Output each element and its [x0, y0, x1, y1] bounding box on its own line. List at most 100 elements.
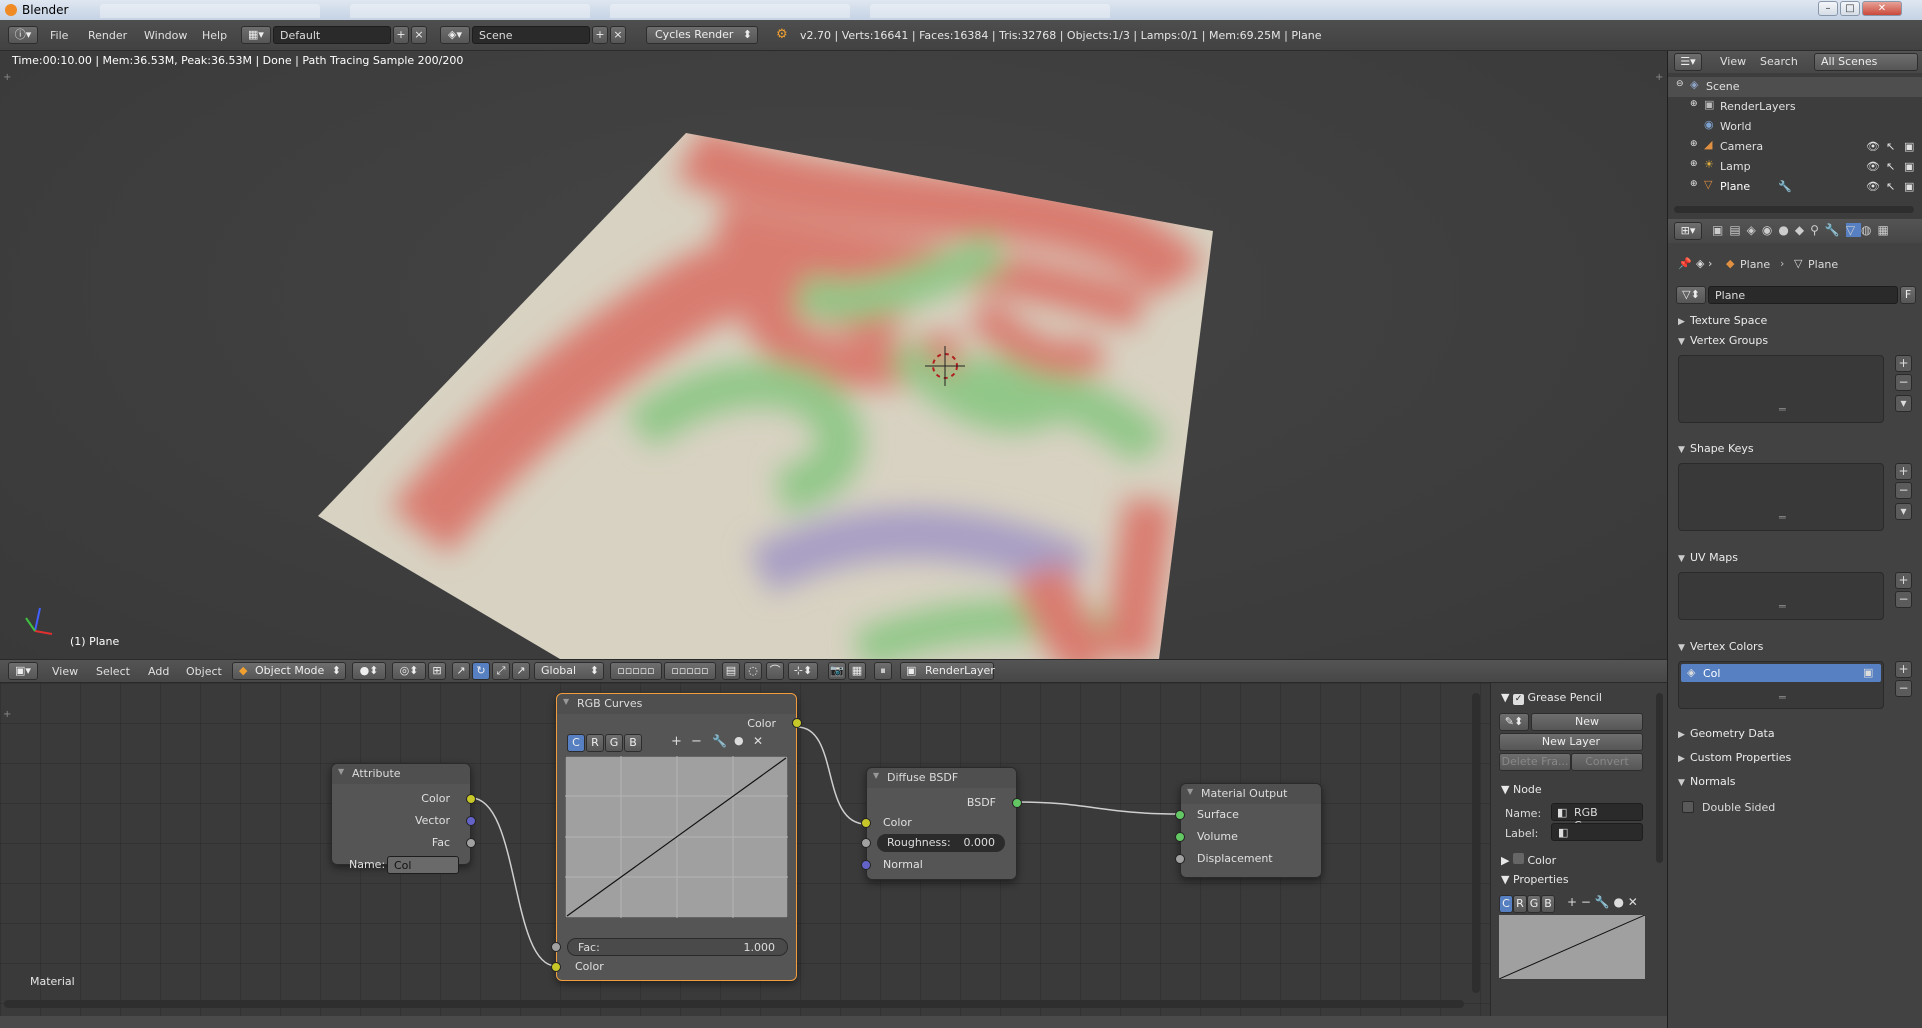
double-sided-checkbox[interactable]: [1682, 801, 1694, 813]
minimize-button[interactable]: –: [1818, 1, 1838, 16]
panel-normals[interactable]: ▼ Normals: [1678, 775, 1736, 788]
grease-pencil-panel-header[interactable]: ▼ ✓ Grease Pencil: [1501, 691, 1602, 705]
socket-fac-in[interactable]: [551, 942, 561, 952]
side-curve-graph[interactable]: [1499, 915, 1645, 979]
socket-displacement-in[interactable]: [1175, 854, 1185, 864]
diffuse-bsdf-node[interactable]: Diffuse BSDF BSDF Color Roughness: 0.000…: [861, 767, 1022, 880]
fake-user-button[interactable]: F: [1900, 286, 1916, 304]
wrench-icon[interactable]: 🔧: [712, 734, 727, 748]
socket-bsdf-out[interactable]: [1012, 798, 1022, 808]
viewport-shading-button[interactable]: ●⬍: [352, 662, 386, 680]
rgb-curves-node[interactable]: RGB Curves Color C R G B + − 🔧 ● ✕ Fac: …: [551, 693, 802, 981]
remove-vertex-group-button[interactable]: −: [1895, 374, 1912, 391]
new-layer-button[interactable]: New Layer: [1499, 733, 1643, 751]
panel-shape-keys[interactable]: ▼ Shape Keys: [1678, 442, 1754, 455]
side-channel-b[interactable]: B: [1541, 895, 1555, 913]
outliner-row-world[interactable]: ◉ World: [1668, 117, 1922, 137]
fac-slider[interactable]: Fac: 1.000: [567, 938, 788, 956]
layout-name-field[interactable]: Default: [273, 26, 391, 44]
clipping-icon[interactable]: ●: [734, 734, 744, 747]
shape-key-specials-button[interactable]: ▾: [1895, 503, 1912, 520]
translate-icon[interactable]: ↗: [452, 662, 470, 680]
socket-color-out[interactable]: [792, 718, 802, 728]
add-layout-button[interactable]: +: [393, 26, 409, 44]
render-camera-icon[interactable]: ▣: [1904, 140, 1914, 153]
panel-custom-properties[interactable]: ▶ Custom Properties: [1678, 751, 1791, 764]
render-camera-icon[interactable]: ▣: [1904, 180, 1914, 193]
grease-pencil-checkbox[interactable]: ✓: [1512, 694, 1524, 705]
add-uv-map-button[interactable]: +: [1895, 572, 1912, 589]
visibility-eye-icon[interactable]: 👁: [1866, 160, 1880, 173]
attribute-name-input[interactable]: Col: [387, 856, 459, 874]
visibility-eye-icon[interactable]: 👁: [1866, 180, 1880, 193]
region-toggle-icon[interactable]: +: [1655, 72, 1663, 83]
node-label-field[interactable]: ◧: [1551, 823, 1643, 841]
list-resize-handle[interactable]: ═: [1779, 403, 1786, 416]
vertex-colors-list[interactable]: ◈ Col ▣ ═: [1678, 661, 1884, 709]
proportional-edit-icon[interactable]: ◌: [744, 662, 762, 680]
color-panel-header[interactable]: ▶ Color: [1501, 853, 1556, 867]
channel-r-button[interactable]: R: [586, 734, 604, 752]
vertex-group-specials-button[interactable]: ▾: [1895, 395, 1912, 412]
menu-file[interactable]: File: [50, 29, 68, 42]
scale-icon[interactable]: ⤢: [492, 662, 510, 680]
color-checkbox[interactable]: [1512, 853, 1524, 864]
add-scene-button[interactable]: +: [592, 26, 608, 44]
material-output-header[interactable]: Material Output: [1181, 784, 1321, 804]
channel-c-button[interactable]: C: [567, 734, 585, 752]
expand-icon[interactable]: ⊕: [1690, 99, 1698, 109]
outliner-scrollbar[interactable]: [1674, 206, 1914, 213]
select-arrow-icon[interactable]: ↖: [1886, 160, 1895, 173]
attribute-node-header[interactable]: Attribute: [332, 764, 470, 784]
reset-curve-icon[interactable]: ✕: [753, 734, 763, 748]
convert-button[interactable]: Convert: [1571, 753, 1643, 771]
diffuse-node-header[interactable]: Diffuse BSDF: [867, 768, 1016, 788]
menu-window[interactable]: Window: [144, 29, 187, 42]
pencil-icon[interactable]: ✎⬍: [1499, 713, 1529, 731]
menu-add[interactable]: Add: [148, 665, 169, 678]
remove-scene-button[interactable]: ×: [610, 26, 626, 44]
outliner-editor-type[interactable]: ☰▾: [1674, 53, 1702, 71]
node-editor[interactable]: + Attribute Color Vector Fac Name: Col R…: [0, 683, 1490, 1016]
add-vertex-color-button[interactable]: +: [1895, 661, 1912, 678]
outliner-menu-search[interactable]: Search: [1760, 55, 1798, 68]
panel-uv-maps[interactable]: ▼ UV Maps: [1678, 551, 1738, 564]
mesh-name-field[interactable]: Plane: [1708, 286, 1898, 304]
active-render-camera-icon[interactable]: ▣: [1863, 666, 1873, 679]
properties-panel-header[interactable]: ▼ Properties: [1501, 873, 1569, 886]
socket-color-in[interactable]: [861, 818, 871, 828]
side-channel-r[interactable]: R: [1513, 895, 1527, 913]
properties-editor-type[interactable]: ⊞▾: [1674, 222, 1702, 240]
node-panel-header[interactable]: ▼ Node: [1501, 783, 1542, 796]
3d-viewport[interactable]: Time:00:10.00 | Mem:36.53M, Peak:36.53M …: [0, 51, 1667, 659]
info-editor-type-button[interactable]: ⓘ▾: [8, 26, 38, 44]
outliner-row-lamp[interactable]: ⊕ ☀ Lamp 👁 ↖ ▣: [1668, 157, 1922, 177]
pin-icon[interactable]: 📌: [1678, 257, 1692, 270]
remove-uv-map-button[interactable]: −: [1895, 591, 1912, 608]
layers-grid-1[interactable]: ▫▫▫▫▫: [610, 662, 662, 680]
side-channel-g[interactable]: G: [1527, 895, 1541, 913]
outliner-row-renderlayers[interactable]: ⊕ ▣ RenderLayers: [1668, 97, 1922, 117]
socket-vector-out[interactable]: [466, 816, 476, 826]
zoom-in-icon[interactable]: +: [671, 734, 682, 749]
render-camera-icon[interactable]: ▣: [1904, 160, 1914, 173]
render-animation-icon[interactable]: ▦: [848, 662, 866, 680]
rgb-curves-node-header[interactable]: RGB Curves: [557, 694, 796, 714]
outliner-row-camera[interactable]: ⊕ ◢ Camera 👁 ↖ ▣: [1668, 137, 1922, 157]
orientation-select[interactable]: Global ⬍: [534, 662, 604, 680]
list-resize-handle[interactable]: ═: [1779, 600, 1786, 613]
list-resize-handle[interactable]: ═: [1779, 691, 1786, 704]
region-toggle-icon[interactable]: +: [3, 72, 11, 83]
add-vertex-group-button[interactable]: +: [1895, 355, 1912, 372]
rotate-icon[interactable]: ↻: [472, 662, 490, 680]
render-opengl-icon[interactable]: 📷: [828, 662, 846, 680]
socket-surface-in[interactable]: [1175, 810, 1185, 820]
socket-volume-in[interactable]: [1175, 832, 1185, 842]
outliner-row-scene[interactable]: ⊖ ◈ Scene: [1668, 77, 1922, 97]
remove-layout-button[interactable]: ×: [411, 26, 427, 44]
menu-object[interactable]: Object: [186, 665, 222, 678]
menu-help[interactable]: Help: [202, 29, 227, 42]
attribute-node[interactable]: Attribute Color Vector Fac: [331, 763, 476, 865]
uv-maps-list[interactable]: ═: [1678, 572, 1884, 620]
channel-g-button[interactable]: G: [605, 734, 623, 752]
